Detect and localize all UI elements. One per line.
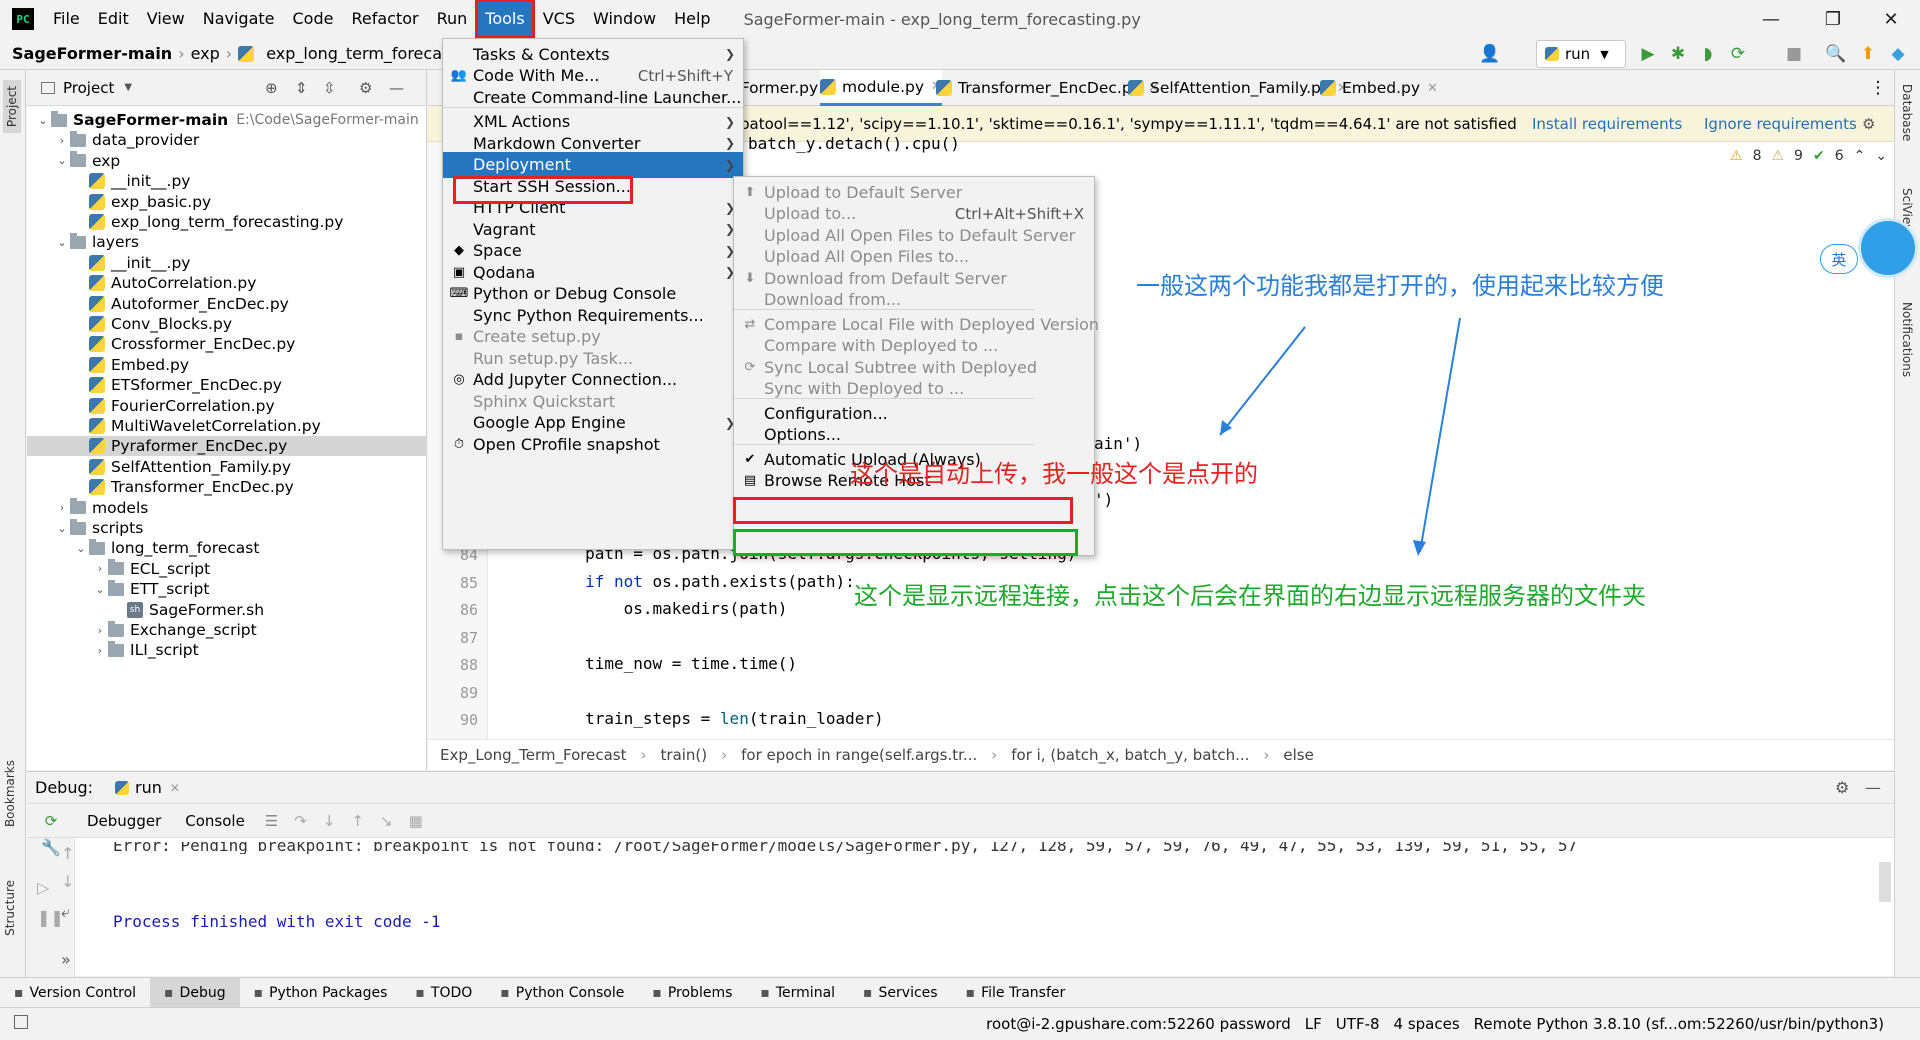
assistant-avatar[interactable] xyxy=(1858,218,1918,278)
annotation-arrows xyxy=(1219,317,1461,556)
annotation-arrow xyxy=(1419,317,1461,553)
ime-language-badge[interactable]: 英 xyxy=(1820,244,1858,274)
annotation-green: 这个是显示远程连接，点击这个后会在界面的右边显示远程服务器的文件夹 xyxy=(854,582,1646,610)
annotation-blue: 一般这两个功能我都是打开的，使用起来比较方便 xyxy=(1136,272,1664,300)
annotation-arrow xyxy=(1219,326,1306,436)
annotation-red: 这个是自动上传，我一般这个是点开的 xyxy=(850,460,1258,488)
arrowhead xyxy=(1413,540,1426,556)
